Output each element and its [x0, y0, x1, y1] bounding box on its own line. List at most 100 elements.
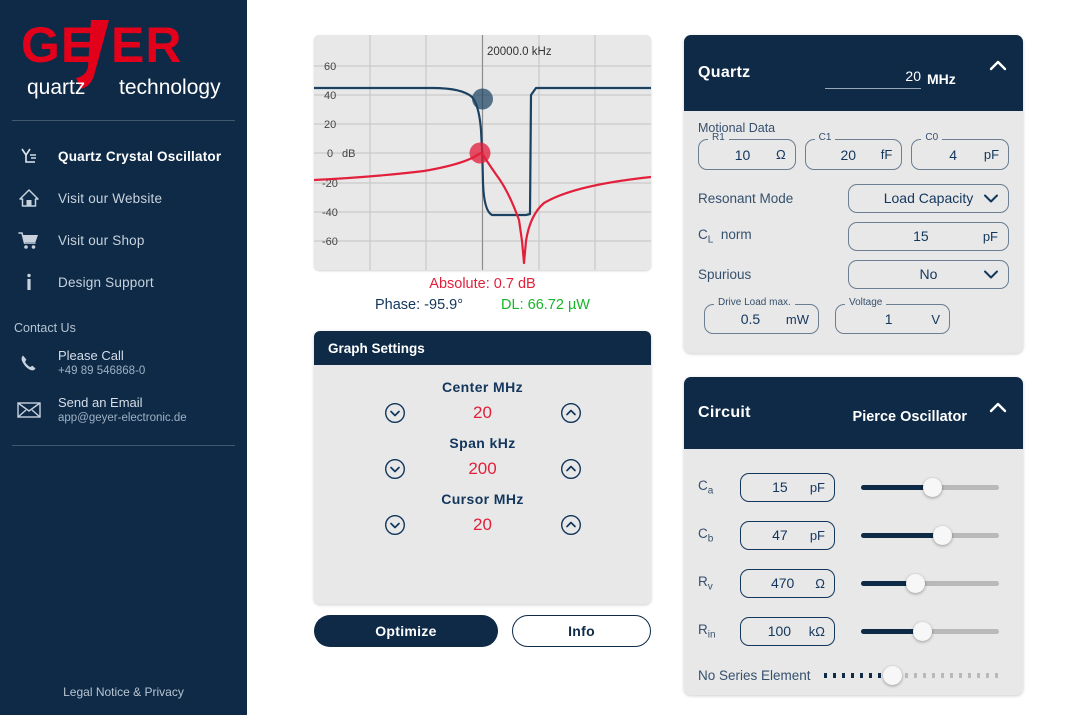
circuit-rv-slider[interactable]	[835, 571, 1009, 595]
readout-row: Phase: -95.9° DL: 66.72 µW	[314, 294, 651, 316]
contact-phone-label: Please Call	[58, 348, 124, 363]
center-decrement-button[interactable]	[384, 402, 406, 424]
circuit-rin-value: 100	[767, 623, 792, 639]
cursor-increment-button[interactable]	[560, 514, 582, 536]
slider-knob[interactable]	[883, 666, 902, 685]
motional-c1-field[interactable]: C1 20 fF	[804, 132, 903, 170]
optimize-button[interactable]: Optimize	[314, 615, 498, 647]
circuit-cb-unit: pF	[809, 527, 825, 543]
mail-icon	[14, 396, 44, 424]
readout-drive-level: DL: 66.72 µW	[501, 297, 590, 313]
motional-c1-legend: C1	[814, 132, 836, 143]
span-value[interactable]: 200	[462, 459, 504, 479]
motional-c0-value: 4	[949, 146, 957, 163]
motional-c1-unit: fF	[880, 147, 893, 162]
load-capacity-input[interactable]: 15 pF	[848, 221, 1009, 251]
quartz-collapse-button[interactable]	[987, 57, 1009, 75]
span-decrement-button[interactable]	[384, 458, 406, 480]
circuit-rin-label: Rin	[698, 621, 716, 641]
circuit-ca-unit: pF	[809, 479, 825, 495]
cursor-decrement-button[interactable]	[384, 514, 406, 536]
svg-text:-40: -40	[322, 207, 338, 219]
chevron-down-icon	[984, 190, 998, 206]
slider-fill	[861, 485, 931, 490]
geyer-logo-icon: GE ER quartz technology	[21, 17, 221, 99]
circuit-ca-value: 15	[772, 479, 788, 495]
circuit-row-series-element: No Series Element	[698, 655, 1009, 695]
sidebar-item-label: Design Support	[58, 274, 154, 290]
center-frequency-label: Center MHz	[441, 379, 523, 395]
sidebar-item-label: Visit our Website	[58, 190, 163, 206]
svg-text:-60: -60	[322, 236, 338, 248]
readout-absolute: Absolute: 0.7 dB	[429, 276, 536, 292]
legal-notice-link[interactable]: Legal Notice & Privacy	[0, 671, 247, 715]
circuit-ca-input[interactable]: 15 pF	[740, 472, 835, 502]
span-increment-button[interactable]	[560, 458, 582, 480]
sidebar-item-visit-our-website[interactable]: Visit our Website	[0, 177, 247, 219]
svg-text:60: 60	[324, 61, 336, 73]
series-element-label: No Series Element	[698, 667, 811, 683]
load-capacity-label: CL norm	[698, 226, 752, 246]
series-element-slider[interactable]	[824, 663, 1009, 687]
graph-settings-title: Graph Settings	[328, 340, 425, 356]
span-label: Span kHz	[449, 435, 516, 451]
motional-data-label: Motional Data	[698, 121, 776, 135]
slider-fill	[824, 673, 890, 678]
circuit-ca-label: Ca	[698, 477, 714, 497]
resonant-mode-select[interactable]: Load Capacity	[848, 183, 1009, 213]
sidebar-item-label: Visit our Shop	[58, 232, 145, 248]
quartz-frequency-unit: MHz	[927, 71, 956, 87]
svg-text:GE: GE	[21, 17, 95, 73]
spurious-select[interactable]: No	[848, 259, 1009, 289]
motional-c0-legend: C0	[921, 132, 943, 143]
contact-phone[interactable]: Please Call +49 89 546868-0	[0, 339, 247, 386]
motional-r1-field[interactable]: R1 10 Ω	[698, 132, 796, 170]
cursor-value[interactable]: 20	[462, 515, 504, 535]
circuit-rin-slider[interactable]	[835, 619, 1009, 643]
quartz-panel-body: Motional Data R1 10 Ω C1 20 fF C0 4 pF R…	[684, 111, 1023, 334]
slider-knob[interactable]	[906, 574, 925, 593]
slider-knob[interactable]	[913, 622, 932, 641]
motional-c1-value: 20	[840, 146, 857, 163]
sidebar: GE ER quartz technology Quartz Crystal O…	[0, 0, 247, 715]
info-icon	[14, 268, 44, 296]
circuit-panel-header: Circuit Pierce Oscillator	[684, 377, 1023, 449]
quartz-frequency-input[interactable]: 20	[825, 68, 921, 89]
circuit-cb-input[interactable]: 47 pF	[740, 520, 835, 550]
circuit-rin-unit: kΩ	[808, 623, 825, 639]
drive-load-value: 0.5	[740, 311, 761, 327]
quartz-frequency-value: 20	[905, 68, 921, 84]
sidebar-item-quartz-crystal-oscillator[interactable]: Quartz Crystal Oscillator	[0, 135, 247, 177]
cursor-label: Cursor MHz	[441, 491, 524, 507]
circuit-row-rv: Rv 470 Ω	[698, 559, 1009, 607]
voltage-field[interactable]: Voltage 1 V	[835, 297, 950, 334]
info-button[interactable]: Info	[512, 615, 651, 647]
contact-email[interactable]: Send an Email app@geyer-electronic.de	[0, 386, 247, 433]
contact-email-address: app@geyer-electronic.de	[58, 412, 187, 424]
center-frequency-value[interactable]: 20	[462, 403, 504, 423]
circuit-collapse-button[interactable]	[987, 399, 1009, 417]
circuit-cb-slider[interactable]	[835, 523, 1009, 547]
drive-load-field[interactable]: Drive Load max. 0.5 mW	[704, 297, 819, 334]
sidebar-item-visit-our-shop[interactable]: Visit our Shop	[0, 219, 247, 261]
circuit-ca-slider[interactable]	[835, 475, 1009, 499]
frequency-response-chart[interactable]: 20000.0 kHz 60 40 20 0 dB -20 -40 -60	[314, 35, 651, 270]
circuit-rin-input[interactable]: 100 kΩ	[740, 616, 835, 646]
phone-icon	[14, 349, 44, 377]
resonant-mode-row: Resonant Mode Load Capacity	[698, 180, 1009, 216]
center-increment-button[interactable]	[560, 402, 582, 424]
sidebar-item-design-support[interactable]: Design Support	[0, 261, 247, 303]
motional-c0-field[interactable]: C0 4 pF	[911, 132, 1010, 170]
oscillator-icon	[14, 142, 44, 170]
contact-section-title: Contact Us	[14, 321, 76, 335]
resonant-mode-value: Load Capacity	[883, 190, 974, 206]
svg-text:40: 40	[324, 90, 336, 102]
circuit-rv-input[interactable]: 470 Ω	[740, 568, 835, 598]
slider-knob[interactable]	[933, 526, 952, 545]
circuit-cb-label: Cb	[698, 525, 714, 545]
motional-r1-unit: Ω	[775, 147, 786, 162]
voltage-unit: V	[931, 311, 940, 327]
slider-fill	[861, 629, 920, 634]
slider-knob[interactable]	[923, 478, 942, 497]
motional-r1-value: 10	[734, 146, 751, 163]
